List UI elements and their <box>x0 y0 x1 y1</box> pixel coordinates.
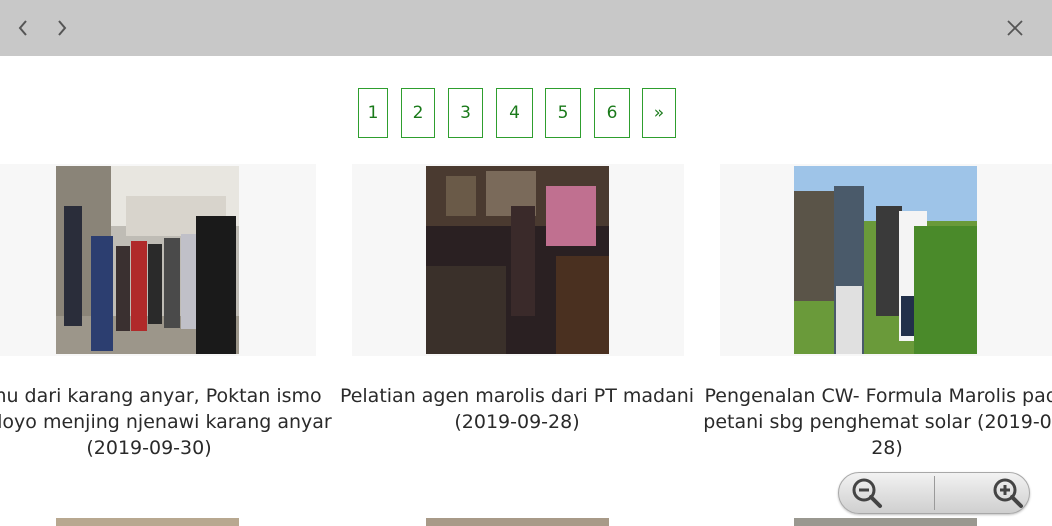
gallery-card[interactable] <box>0 164 316 356</box>
gallery-card[interactable] <box>352 164 684 356</box>
gallery-photo[interactable] <box>426 518 609 526</box>
gallery-caption: amu dari karang anyar, Poktan ismo budoy… <box>0 385 332 459</box>
zoom-out-icon <box>852 478 882 508</box>
gallery-card[interactable] <box>720 164 1052 356</box>
zoom-in-icon <box>993 478 1023 508</box>
page-5-button[interactable]: 5 <box>545 88 581 138</box>
chevron-left-icon <box>18 20 27 36</box>
photo-image <box>56 166 239 354</box>
forward-button[interactable] <box>49 14 75 42</box>
next-page-button[interactable]: » <box>642 88 676 138</box>
zoom-in-button[interactable] <box>935 473 1030 513</box>
page-6-button[interactable]: 6 <box>594 88 630 138</box>
gallery-photo[interactable] <box>56 518 239 526</box>
page-3-button[interactable]: 3 <box>448 88 483 138</box>
chevron-right-icon <box>58 20 67 36</box>
gallery-photo[interactable] <box>794 166 977 354</box>
photo-image <box>794 166 977 354</box>
page-4-button[interactable]: 4 <box>496 88 533 138</box>
page-2-button[interactable]: 2 <box>401 88 435 138</box>
close-icon <box>1007 20 1023 36</box>
zoom-out-button[interactable] <box>839 473 934 513</box>
pagination: 1 2 3 4 5 6 » <box>0 88 1052 140</box>
photo-image <box>426 166 609 354</box>
gallery-caption: Pengenalan CW- Formula Marolis pada peta… <box>703 385 1052 459</box>
gallery-photo[interactable] <box>426 166 609 354</box>
gallery-caption: Pelatian agen marolis dari PT madani (20… <box>339 385 695 433</box>
gallery-photo[interactable] <box>794 518 977 526</box>
back-button[interactable] <box>10 14 36 42</box>
page-1-button[interactable]: 1 <box>358 88 388 138</box>
gallery-photo[interactable] <box>56 166 239 354</box>
close-button[interactable] <box>1002 14 1028 42</box>
viewer-toolbar <box>0 0 1052 56</box>
zoom-control <box>838 472 1030 514</box>
